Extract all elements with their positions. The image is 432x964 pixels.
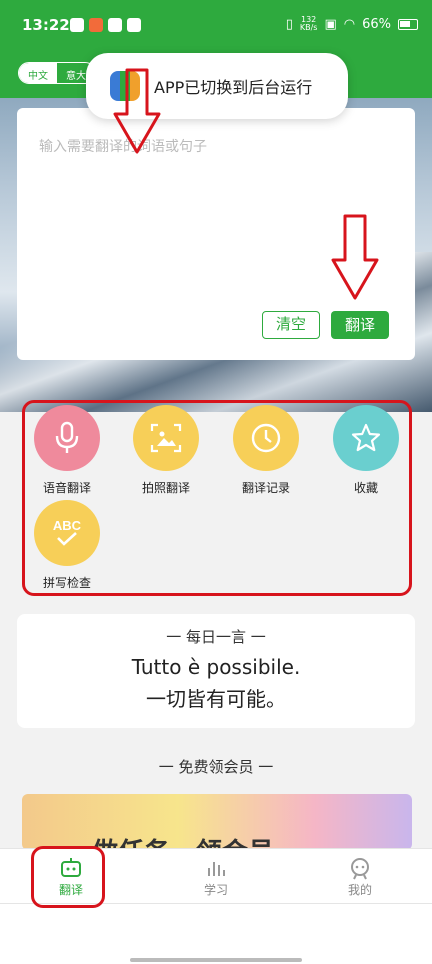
source-language[interactable]: 中文	[19, 63, 57, 83]
notification-icons	[70, 18, 141, 32]
battery-percent: 66%	[362, 16, 391, 32]
free-member-title: 一 免费领会员 一	[158, 758, 274, 776]
daily-heading: 一 每日一言 一	[166, 628, 266, 646]
daily-chinese: 一切皆有可能。	[146, 687, 286, 711]
notification-app-icon	[70, 18, 84, 32]
tab-label: 我的	[347, 883, 372, 897]
status-bar: 13:22 ▯ 132 KB/s ▣ ◠ 66%	[0, 0, 432, 52]
profile-icon	[325, 855, 395, 881]
vibrate-icon: ▯	[285, 16, 293, 32]
clear-button[interactable]: 清空	[262, 311, 320, 339]
sim-icon: ▣	[324, 16, 337, 32]
tab-label: 学习	[203, 883, 228, 897]
net-speed: 132 KB/s	[299, 15, 318, 32]
notification-app-icon	[127, 18, 141, 32]
status-time: 13:22	[22, 16, 70, 34]
battery-icon	[398, 18, 418, 30]
translate-button[interactable]: 翻译	[331, 311, 389, 339]
home-indicator[interactable]	[130, 958, 302, 962]
wifi-icon: ◠	[343, 16, 356, 32]
notification-app-icon	[108, 18, 122, 32]
annotation-feature-box	[22, 400, 412, 596]
language-switch[interactable]: 中文 意大	[18, 62, 96, 84]
toast-message: APP已切换到后台运行	[154, 78, 313, 97]
bottom-blank-area	[0, 904, 432, 964]
daily-italian: Tutto è possibile.	[131, 655, 301, 679]
free-member-banner[interactable]: 做任务，领会员	[22, 794, 412, 850]
annotation-arrow-down-icon	[331, 214, 379, 300]
annotation-tab-box	[31, 846, 105, 908]
daily-quote-card: 一 每日一言 一 Tutto è possibile. 一切皆有可能。	[17, 614, 415, 728]
annotation-arrow-down-icon	[113, 68, 161, 154]
notification-app-icon	[89, 18, 103, 32]
tab-study[interactable]: 学习	[181, 855, 251, 898]
bars-icon	[181, 855, 251, 881]
tab-profile[interactable]: 我的	[325, 855, 395, 898]
